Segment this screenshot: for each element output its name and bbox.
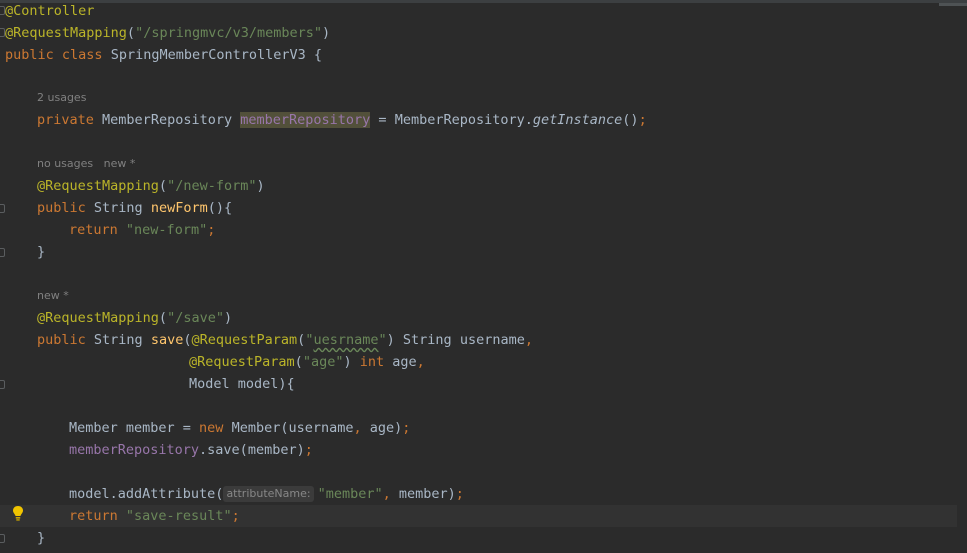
brace: }: [37, 530, 46, 546]
comma: ,: [382, 486, 391, 502]
comma: ,: [416, 354, 425, 370]
code-line[interactable]: public class SpringMemberControllerV3 {: [5, 44, 322, 66]
keyword: public: [5, 47, 54, 63]
field-name: memberRepository: [240, 112, 371, 128]
code-line[interactable]: private MemberRepository memberRepositor…: [37, 109, 647, 131]
string-literal: "age": [302, 354, 344, 370]
string-literal: "/save": [167, 310, 224, 326]
comma: ,: [353, 420, 362, 436]
editor-top-edge: [0, 0, 967, 3]
keyword: public: [37, 200, 86, 216]
string-literal: "/new-form": [167, 178, 257, 194]
param-name: username: [459, 332, 525, 348]
code-line[interactable]: return "new-form";: [69, 219, 215, 241]
operator: =: [378, 112, 387, 128]
method-name: newForm: [150, 200, 208, 216]
ctor-call: Member(username: [231, 420, 354, 436]
keyword: class: [61, 47, 103, 63]
string-literal: "uesrname": [305, 332, 387, 348]
code-line[interactable]: model.addAttribute(attributeName: "member…: [69, 483, 464, 505]
semicolon: ;: [304, 442, 313, 458]
type-name: String: [93, 332, 143, 348]
code-line[interactable]: memberRepository.save(member);: [69, 439, 313, 461]
string-literal: "save-result": [125, 508, 232, 524]
string-literal: "member": [317, 486, 383, 502]
fold-marker-icon[interactable]: [0, 378, 6, 390]
code-editor[interactable]: @Controller @RequestMapping("/springmvc/…: [0, 0, 967, 553]
type-name: String: [93, 200, 143, 216]
param-name: age: [392, 354, 417, 370]
keyword: public: [37, 332, 86, 348]
string-literal: "new-form": [125, 222, 208, 238]
code-line[interactable]: @RequestMapping("/springmvc/v3/members"): [5, 22, 330, 44]
comma: ,: [524, 332, 533, 348]
field-ref: memberRepository: [69, 442, 200, 458]
semicolon: ;: [455, 486, 464, 502]
annotation: @RequestMapping: [5, 25, 127, 41]
scrollbar-thumb[interactable]: [939, 3, 967, 6]
annotation: @RequestParam: [189, 354, 295, 370]
keyword: return: [69, 508, 118, 524]
annotation: @RequestMapping: [37, 310, 159, 326]
semicolon: ;: [231, 508, 240, 524]
type-name: MemberRepository: [102, 112, 233, 128]
code-line[interactable]: Model model){: [189, 373, 295, 395]
semicolon: ;: [402, 420, 411, 436]
brace: }: [37, 244, 46, 260]
code-line[interactable]: }: [37, 527, 45, 549]
arg: member): [390, 486, 456, 502]
code-line[interactable]: @Controller: [5, 0, 94, 22]
code-line[interactable]: }: [37, 241, 45, 263]
brace: {: [313, 47, 323, 63]
type-name: String: [402, 332, 452, 348]
fold-marker-icon[interactable]: [0, 532, 6, 544]
string-literal: "/springmvc/v3/members": [135, 25, 322, 41]
code-line[interactable]: public String newForm(){: [37, 197, 232, 219]
annotation: @Controller: [5, 3, 95, 19]
semicolon: ;: [207, 222, 216, 238]
param-decl: Model model){: [189, 376, 295, 392]
usages-hint[interactable]: no usages new *: [37, 154, 135, 174]
fold-marker-icon[interactable]: [0, 202, 6, 214]
code-line[interactable]: Member member = new Member(username, age…: [69, 417, 410, 439]
keyword: new: [199, 420, 224, 436]
keyword: return: [69, 222, 118, 238]
method-call: getInstance: [532, 112, 623, 128]
fold-marker-icon[interactable]: [0, 246, 6, 258]
author-hint[interactable]: new *: [37, 286, 69, 306]
keyword: int: [359, 354, 385, 370]
class-ref: MemberRepository: [394, 112, 525, 128]
code-line[interactable]: @RequestMapping("/new-form"): [37, 175, 265, 197]
class-name: SpringMemberControllerV3: [110, 47, 306, 63]
code-line[interactable]: @RequestMapping("/save"): [37, 307, 232, 329]
parameter-name-hint: attributeName:: [223, 486, 314, 502]
usages-hint[interactable]: 2 usages: [37, 88, 86, 108]
annotation: @RequestParam: [191, 332, 298, 348]
current-code-line[interactable]: return "save-result";: [0, 505, 957, 527]
keyword: private: [37, 112, 94, 128]
punctuation: (){: [207, 200, 233, 216]
semicolon: ;: [638, 112, 647, 128]
method-call: .save(member): [199, 442, 305, 458]
code-line[interactable]: @RequestParam("age") int age,: [189, 351, 425, 373]
method-call: model.addAttribute(: [69, 486, 224, 502]
punctuation: (): [622, 112, 639, 128]
annotation: @RequestMapping: [37, 178, 159, 194]
ctor-arg: age): [361, 420, 403, 436]
method-name: save: [150, 332, 184, 348]
var-decl: Member member =: [69, 420, 200, 436]
typo-word: uesrname: [313, 332, 379, 348]
lightbulb-icon[interactable]: [12, 505, 24, 522]
code-line[interactable]: public String save(@RequestParam("uesrna…: [37, 329, 533, 351]
